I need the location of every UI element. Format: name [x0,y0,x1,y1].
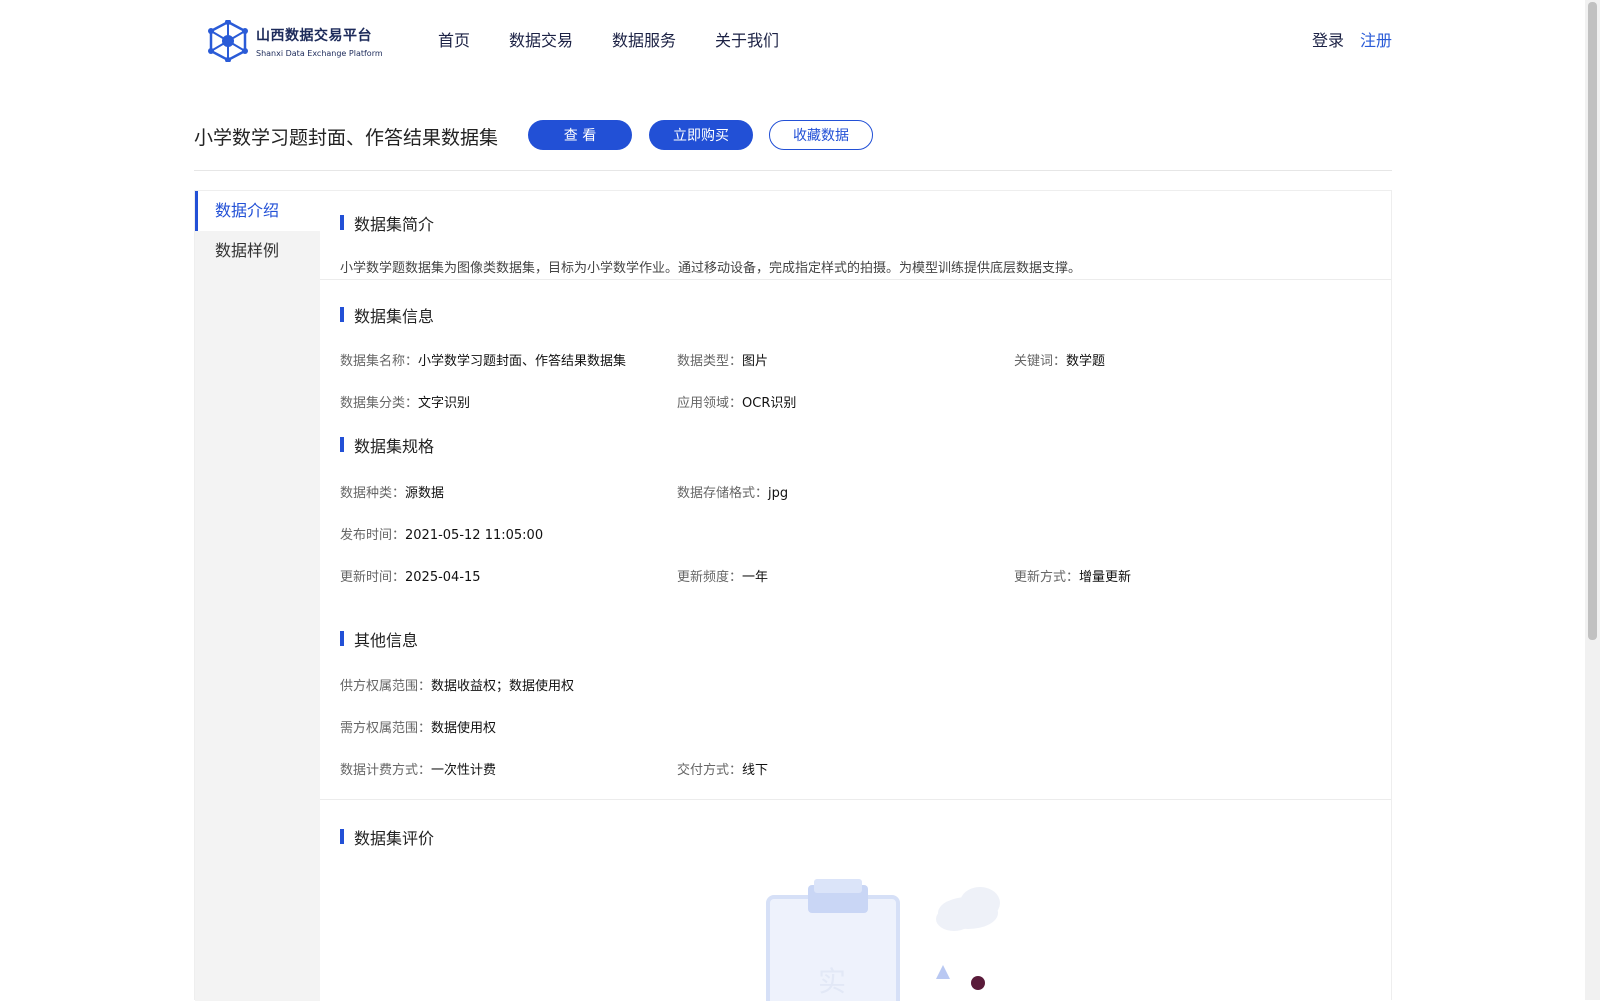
field-update-frequency: 更新频度：一年 [677,570,769,585]
section-title-intro: 数据集简介 [340,211,434,235]
sidebar-item-data-sample[interactable]: 数据样例 [195,231,320,271]
logo-subtitle: Shanxi Data Exchange Platform [256,48,383,58]
auth-links: 登录 注册 [1312,27,1392,51]
nav-data-trading[interactable]: 数据交易 [509,27,573,51]
intro-text: 小学数学题数据集为图像类数据集，目标为小学数学作业。通过移动设备，完成指定样式的… [340,261,1082,276]
field-update-time: 更新时间：2025-04-15 [340,570,481,585]
hexagon-network-logo-icon [208,20,248,62]
platform-logo[interactable]: 山西数据交易平台 Shanxi Data Exchange Platform [208,20,388,62]
field-billing-method: 数据计费方式：一次性计费 [340,763,497,778]
field-delivery-method: 交付方式：线下 [677,763,769,778]
section-title-other: 其他信息 [340,627,418,651]
scrollbar-thumb[interactable] [1588,2,1597,640]
buy-now-button[interactable]: 立即购买 [649,120,753,150]
dataset-title-row: 小学数学习题封面、作答结果数据集 查 看 立即购买 收藏数据 [194,120,1392,171]
detail-main: 数据集简介 小学数学题数据集为图像类数据集，目标为小学数学作业。通过移动设备，完… [320,191,1391,1001]
page: 山西数据交易平台 Shanxi Data Exchange Platform 首… [0,0,1585,1001]
top-header: 山西数据交易平台 Shanxi Data Exchange Platform 首… [194,0,1392,80]
login-link[interactable]: 登录 [1312,27,1344,51]
field-keyword: 关键词：数学题 [1014,354,1106,369]
field-update-mode: 更新方式：增量更新 [1014,570,1132,585]
favorite-data-button[interactable]: 收藏数据 [769,120,873,150]
detail-sidebar: 数据介绍 数据样例 [195,191,320,1001]
field-dataset-category: 数据集分类：文字识别 [340,396,471,411]
field-data-kind: 数据种类：源数据 [340,486,445,501]
logo-text: 山西数据交易平台 Shanxi Data Exchange Platform [256,25,383,58]
field-supply-rights: 供方权属范围：数据收益权；数据使用权 [340,679,575,694]
dataset-detail-panel: 数据介绍 数据样例 数据集简介 小学数学题数据集为图像类数据集，目标为小学数学作… [194,190,1392,1001]
view-button[interactable]: 查 看 [528,120,632,150]
logo-title: 山西数据交易平台 [256,27,372,44]
nav-home[interactable]: 首页 [438,27,470,51]
section-title-spec: 数据集规格 [340,433,434,457]
empty-review-illustration: 实 [766,879,1000,1001]
page-scrollbar[interactable] [1585,0,1600,1000]
dataset-title: 小学数学习题封面、作答结果数据集 [194,127,499,149]
svg-text:实: 实 [818,965,846,998]
divider [320,799,1391,800]
register-link[interactable]: 注册 [1360,27,1392,51]
field-publish-time: 发布时间：2021-05-12 11:05:00 [340,528,544,543]
field-storage-format: 数据存储格式：jpg [677,486,789,501]
sidebar-item-data-intro[interactable]: 数据介绍 [195,191,320,231]
main-nav: 首页 数据交易 数据服务 关于我们 [438,27,818,51]
field-application-domain: 应用领域：OCR识别 [677,396,797,411]
nav-data-services[interactable]: 数据服务 [612,27,676,51]
nav-about-us[interactable]: 关于我们 [715,27,779,51]
field-data-type: 数据类型：图片 [677,354,769,369]
divider [320,279,1391,280]
section-title-review: 数据集评价 [340,825,434,849]
section-title-info: 数据集信息 [340,303,434,327]
field-demand-rights: 需方权属范围：数据使用权 [340,721,497,736]
field-dataset-name: 数据集名称：小学数学习题封面、作答结果数据集 [340,354,627,369]
